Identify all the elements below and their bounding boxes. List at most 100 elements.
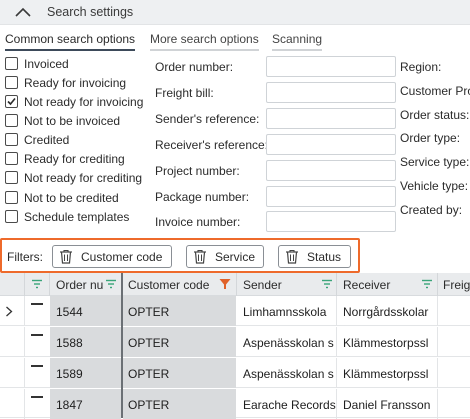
customer-code-cell[interactable]: OPTER	[123, 327, 236, 357]
order-number-cell[interactable]: 1847	[50, 389, 121, 419]
checkbox-credited[interactable]: Credited	[5, 131, 69, 148]
invoice-number-input[interactable]	[266, 211, 396, 232]
checkbox-ready-for-invoicing[interactable]: Ready for invoicing	[5, 74, 126, 91]
sender-cell[interactable]: Aspenässkolan s	[237, 327, 336, 357]
column-separator	[437, 327, 438, 357]
chevron-up-icon[interactable]	[14, 5, 32, 19]
order-number-cell[interactable]: 1544	[50, 296, 121, 326]
service-type-label: Service type:	[400, 155, 470, 169]
trash-icon[interactable]	[193, 249, 207, 264]
freight-bill-input[interactable]	[266, 82, 396, 103]
table-row[interactable]: 1589 OPTER Aspenässkolan s Klämmestorpss…	[0, 358, 470, 388]
filter-icon[interactable]	[31, 278, 43, 290]
column-separator	[437, 389, 438, 419]
trash-icon[interactable]	[59, 249, 73, 264]
sender-cell[interactable]: Aspenässkolan s	[237, 358, 336, 388]
receiver-cell[interactable]: Daniel Fransson	[337, 389, 437, 419]
cell-text: Earache Records	[243, 398, 336, 412]
column-separator	[24, 327, 25, 357]
checkmark-icon	[7, 97, 16, 106]
cell-text: Norrgårdsskolar	[343, 305, 429, 319]
column-header-freight[interactable]: Freig	[438, 273, 470, 296]
checkbox-schedule-templates[interactable]: Schedule templates	[5, 208, 129, 225]
checkbox-label: Not ready for invoicing	[24, 94, 144, 109]
column-header-label: Sender	[243, 278, 282, 292]
filter-icon[interactable]	[105, 278, 117, 290]
cell-text: 1588	[56, 336, 83, 350]
checkbox-label: Not to be invoiced	[24, 113, 121, 128]
column-header-order-number[interactable]: Order nu	[50, 273, 121, 296]
filter-chip-status[interactable]: Status	[278, 245, 351, 268]
active-filters-bar: Filters: Customer code Service Status	[0, 238, 360, 273]
active-filter-icon[interactable]	[219, 278, 231, 290]
filter-chip-label: Customer code	[81, 249, 163, 264]
checkbox-not-ready-for-crediting[interactable]: Not ready for crediting	[5, 169, 142, 186]
search-settings-header[interactable]: Search settings	[0, 0, 470, 25]
order-number-input[interactable]	[266, 56, 396, 77]
project-number-label: Project number:	[155, 164, 240, 178]
checkbox-box[interactable]	[5, 210, 18, 223]
cell-text: Aspenässkolan s	[243, 367, 334, 381]
cell-text: OPTER	[128, 336, 170, 350]
status-dash	[31, 365, 43, 367]
column-separator	[437, 358, 438, 388]
senders-reference-input[interactable]	[266, 108, 396, 129]
region-label: Region:	[400, 60, 442, 74]
tab-more-search-options[interactable]: More search options	[150, 32, 259, 51]
cell-text: Klämmestorpssl	[343, 367, 429, 381]
checkbox-invoiced[interactable]: Invoiced	[5, 55, 69, 72]
checkbox-box[interactable]	[5, 133, 18, 146]
checkbox-label: Not to be credited	[24, 190, 119, 205]
checkbox-box[interactable]	[5, 171, 18, 184]
receivers-reference-label: Receiver's reference:	[155, 138, 269, 152]
checkbox-box[interactable]	[5, 191, 18, 204]
tab-common-search-options[interactable]: Common search options	[5, 32, 136, 51]
checkbox-box-checked[interactable]	[5, 95, 18, 108]
column-header-receiver[interactable]: Receiver	[337, 273, 437, 296]
table-row[interactable]: 1544 OPTER Limhamnsskola Norrgårdsskolar	[0, 296, 470, 326]
checkbox-not-to-be-invoiced[interactable]: Not to be invoiced	[5, 112, 120, 129]
filter-icon[interactable]	[421, 278, 433, 290]
column-header-status[interactable]	[25, 273, 49, 296]
frozen-column-divider[interactable]	[121, 273, 123, 418]
sender-cell[interactable]: Limhamnsskola	[237, 296, 336, 326]
filter-icon[interactable]	[321, 278, 333, 290]
table-row[interactable]: 1588 OPTER Aspenässkolan s Klämmestorpss…	[0, 327, 470, 357]
cell-text: 1544	[56, 305, 83, 319]
tab-scanning[interactable]: Scanning	[272, 32, 323, 51]
order-number-cell[interactable]: 1588	[50, 327, 121, 357]
checkbox-box[interactable]	[5, 57, 18, 70]
order-number-cell[interactable]: 1589	[50, 358, 121, 388]
customer-code-cell[interactable]: OPTER	[123, 389, 236, 419]
checkbox-label: Credited	[24, 132, 70, 147]
filter-chip-service[interactable]: Service	[186, 245, 264, 268]
column-separator	[24, 389, 25, 419]
filter-chip-customer-code[interactable]: Customer code	[52, 245, 172, 268]
checkbox-not-ready-for-invoicing[interactable]: Not ready for invoicing	[5, 93, 143, 110]
cell-text: Aspenässkolan s	[243, 336, 334, 350]
checkbox-box[interactable]	[5, 114, 18, 127]
checkbox-label: Schedule templates	[24, 209, 130, 224]
receiver-cell[interactable]: Klämmestorpssl	[337, 358, 437, 388]
sender-cell[interactable]: Earache Records	[237, 389, 336, 419]
project-number-input[interactable]	[266, 160, 396, 181]
checkbox-box[interactable]	[5, 152, 18, 165]
customer-code-cell[interactable]: OPTER	[123, 296, 236, 326]
trash-icon[interactable]	[285, 249, 299, 264]
table-row[interactable]: 1847 OPTER Earache Records Daniel Franss…	[0, 389, 470, 419]
checkbox-box[interactable]	[5, 76, 18, 89]
checkbox-ready-for-crediting[interactable]: Ready for crediting	[5, 150, 125, 167]
status-dash	[31, 334, 43, 336]
package-number-input[interactable]	[266, 186, 396, 207]
grid-header: Order nu Customer code Sender Receiver F…	[0, 273, 470, 296]
column-header-sender[interactable]: Sender	[237, 273, 336, 296]
receivers-reference-input[interactable]	[266, 134, 396, 155]
order-number-label: Order number:	[155, 60, 234, 74]
receiver-cell[interactable]: Klämmestorpssl	[337, 327, 437, 357]
receiver-cell[interactable]: Norrgårdsskolar	[337, 296, 437, 326]
created-by-label: Created by:	[400, 203, 463, 217]
column-header-customer-code[interactable]: Customer code	[123, 273, 235, 296]
customer-code-cell[interactable]: OPTER	[123, 358, 236, 388]
checkbox-not-to-be-credited[interactable]: Not to be credited	[5, 189, 119, 206]
status-dash	[31, 303, 43, 305]
